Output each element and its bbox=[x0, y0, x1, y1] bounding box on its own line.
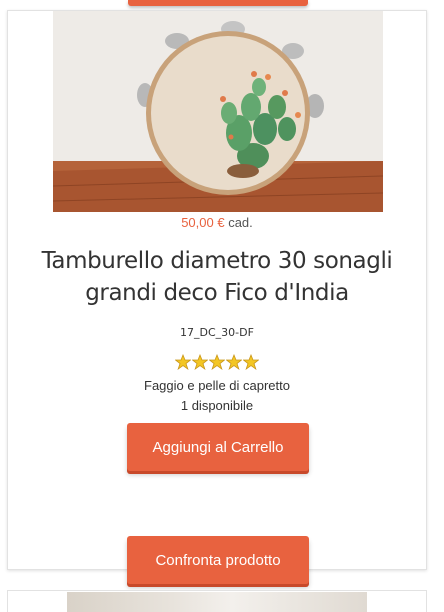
star-icon bbox=[209, 354, 225, 370]
price-line: 50,00 € cad. bbox=[8, 215, 426, 230]
product-sku: 17_DC_30-DF bbox=[180, 326, 254, 339]
compare-product-button[interactable]: Confronta prodotto bbox=[127, 536, 309, 584]
product-card: 50,00 € cad. Tamburello diametro 30 sona… bbox=[7, 10, 427, 584]
star-icon bbox=[192, 354, 208, 370]
rating-stars bbox=[8, 354, 426, 370]
next-product-image[interactable] bbox=[67, 592, 367, 612]
star-icon bbox=[175, 354, 191, 370]
price-unit: cad. bbox=[228, 215, 253, 230]
product-title[interactable]: Tamburello diametro 30 sonagli grandi de… bbox=[8, 245, 426, 309]
previous-card-button-edge[interactable] bbox=[128, 0, 308, 6]
next-product-card bbox=[7, 590, 427, 612]
star-icon bbox=[226, 354, 242, 370]
product-image[interactable] bbox=[53, 11, 383, 212]
price: 50,00 € bbox=[181, 215, 225, 230]
tambourine-photo bbox=[53, 11, 383, 212]
product-material: Faggio e pelle di capretto bbox=[144, 378, 290, 393]
add-to-cart-button[interactable]: Aggiungi al Carrello bbox=[127, 423, 309, 471]
stock-status: 1 disponibile bbox=[180, 398, 254, 413]
star-icon bbox=[243, 354, 259, 370]
